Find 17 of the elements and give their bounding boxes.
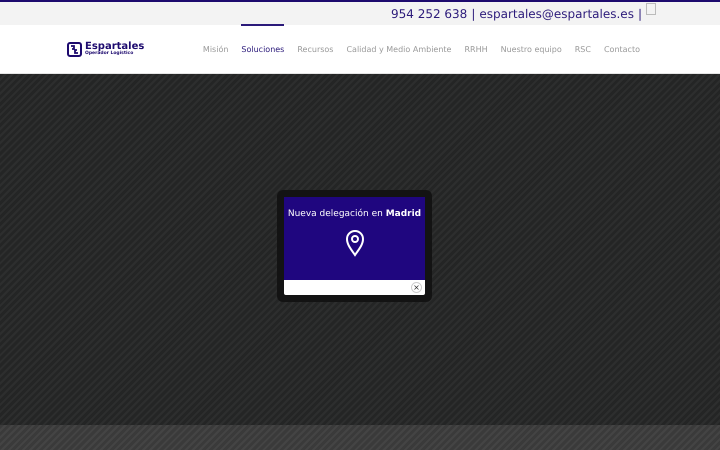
- nav-tab[interactable]: RRHH: [464, 24, 488, 73]
- close-button[interactable]: ×: [411, 282, 422, 293]
- popup-title: Nueva delegación en Madrid: [288, 209, 422, 219]
- nav-tab[interactable]: Nuestro equipo: [500, 24, 562, 73]
- phone-number[interactable]: 954 252 638: [390, 6, 468, 20]
- nav-tab[interactable]: Recursos: [297, 24, 334, 73]
- email-link[interactable]: espartales@espartales.es: [479, 6, 634, 20]
- nav-tab[interactable]: Misión: [202, 24, 228, 73]
- nav-tab[interactable]: RSC: [574, 24, 591, 73]
- nav-tab[interactable]: Contacto: [604, 24, 640, 73]
- separator: |: [638, 6, 642, 20]
- location-pin-icon: [344, 229, 364, 257]
- nav-tab[interactable]: Calidad y Medio Ambiente: [346, 24, 452, 73]
- logo-text[interactable]: Espartales: [85, 42, 144, 52]
- broken-image-icon: [646, 3, 656, 15]
- logo-icon[interactable]: [67, 42, 82, 56]
- separator: |: [471, 6, 476, 20]
